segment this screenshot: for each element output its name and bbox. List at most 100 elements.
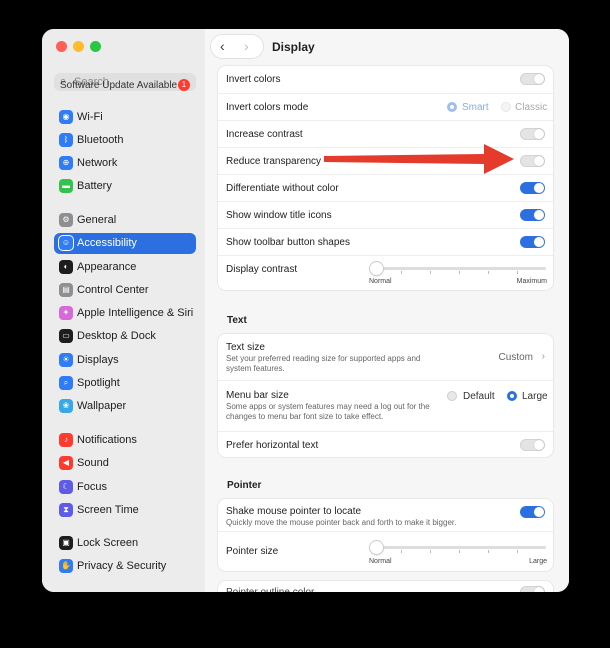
sidebar-item-general[interactable]: ⚙ General [54,210,196,231]
magnifier-icon: ⌕ [59,376,73,390]
sidebar-item-label: Focus [77,481,107,493]
text-size-row[interactable]: Text size Set your preferred reading siz… [218,334,553,380]
software-update-text[interactable]: Software Update Available [60,80,177,91]
contrast-max-label: Maximum [516,278,547,285]
slider-tick [430,271,431,274]
default-radio[interactable] [447,391,457,401]
forward-button[interactable]: › [244,38,249,54]
pointer-size-min-label: Normal [369,558,392,565]
contrast-min-label: Normal [369,278,392,285]
accessibility-icon: ☺ [59,236,73,250]
flower-icon: ❀ [59,399,73,413]
default-label: Default [463,391,495,402]
toolbar-shapes-row: Show toolbar button shapes [218,228,553,256]
sidebar-item-appearance[interactable]: ◐ Appearance [54,257,196,278]
pointer-size-knob[interactable] [370,541,383,554]
toolbar: ‹ › Display [205,29,569,67]
sidebar-item-control-center[interactable]: ▤ Control Center [54,280,196,301]
pointer-size-row: Pointer size Normal Large [218,531,553,572]
zoom-button[interactable] [90,41,101,52]
sun-icon: ☀ [59,353,73,367]
sidebar-item-label: Lock Screen [77,537,139,549]
sidebar-item-label: Control Center [77,284,149,296]
content-pane: ‹ › Display Invert colors Invert colors … [205,29,569,592]
smart-label: Smart [462,102,489,113]
text-size-label: Text size [226,342,265,353]
sidebar-item-accessibility[interactable]: ☺ Accessibility [54,233,196,254]
dock-icon: ▭ [59,329,73,343]
sidebar-item-focus[interactable]: ☾ Focus [54,477,196,498]
sidebar-item-label: Spotlight [77,377,120,389]
large-radio[interactable] [507,391,517,401]
classic-label: Classic [515,102,548,113]
sidebar-item-notifications[interactable]: ♪ Notifications [54,430,196,451]
display-settings-card: Invert colors Invert colors mode Smart C… [218,66,553,290]
slider-tick [488,271,489,274]
invert-colors-row: Invert colors [218,66,553,93]
reduce-transparency-toggle[interactable] [520,155,545,167]
sidebar-item-label: Notifications [77,434,137,446]
search-field[interactable]: ⌕ Search Software Update Available 1 [54,73,196,91]
sidebar-item-label: Displays [77,354,119,366]
sidebar-item-displays[interactable]: ☀ Displays [54,350,196,371]
sidebar-item-wifi[interactable]: ◉ Wi-Fi [54,107,196,128]
invert-colors-label: Invert colors [226,74,281,85]
differentiate-toggle[interactable] [520,182,545,194]
red-arrow-icon [324,144,514,174]
classic-radio[interactable] [501,102,511,112]
speaker-icon: ◀ [59,456,73,470]
window-title-icons-label: Show window title icons [226,210,332,221]
sidebar-item-label: Accessibility [77,237,137,249]
appearance-icon: ◐ [59,260,73,274]
minimize-button[interactable] [73,41,84,52]
sidebar-item-sound[interactable]: ◀ Sound [54,453,196,474]
back-button[interactable]: ‹ [220,38,225,54]
sidebar-item-label: General [77,214,117,226]
bluetooth-icon: ᛒ [59,133,73,147]
sidebar-item-label: Appearance [77,261,137,273]
pointer-size-max-label: Large [529,558,547,565]
smart-radio[interactable] [447,102,457,112]
sidebar-item-spotlight[interactable]: ⌕ Spotlight [54,373,196,394]
chevron-right-icon: › [541,351,545,362]
reduce-transparency-label: Reduce transparency [226,156,322,167]
slider-tick [517,271,518,274]
display-contrast-track[interactable] [374,267,546,270]
window-title-icons-toggle[interactable] [520,209,545,221]
sidebar-item-lock-screen[interactable]: ▣ Lock Screen [54,533,196,554]
sidebar-item-bluetooth[interactable]: ᛒ Bluetooth [54,130,196,151]
pointer-size-track[interactable] [374,546,546,549]
display-contrast-row: Display contrast Normal Maximum [218,255,553,291]
differentiate-row: Differentiate without color [218,174,553,202]
menu-bar-size-description: Some apps or system features may need a … [226,402,430,421]
sidebar-item-desktop-dock[interactable]: ▭ Desktop & Dock [54,326,196,347]
large-label: Large [522,391,548,402]
shake-pointer-row: Shake mouse pointer to locate Quickly mo… [218,499,553,531]
sidebar-item-wallpaper[interactable]: ❀ Wallpaper [54,396,196,417]
text-section-heading: Text [227,315,247,326]
display-contrast-knob[interactable] [370,262,383,275]
sidebar-item-label: Wi-Fi [77,111,103,123]
sidebar-item-label: Privacy & Security [77,560,167,572]
close-button[interactable] [56,41,67,52]
battery-icon: ▬ [59,179,73,193]
sidebar-item-privacy[interactable]: ✋ Privacy & Security [54,556,196,577]
toolbar-shapes-toggle[interactable] [520,236,545,248]
prefer-horizontal-toggle[interactable] [520,439,545,451]
page-title: Display [272,40,315,54]
slider-tick [459,271,460,274]
globe-icon: ⊕ [59,156,73,170]
sidebar-item-battery[interactable]: ▬ Battery [54,176,196,197]
shake-pointer-toggle[interactable] [520,506,545,518]
text-settings-card: Text size Set your preferred reading siz… [218,334,553,457]
invert-mode-row: Invert colors mode Smart Classic [218,93,553,121]
invert-colors-toggle[interactable] [520,73,545,85]
pointer-outline-swatch[interactable] [520,586,545,592]
sidebar-item-siri[interactable]: ✦ Apple Intelligence & Siri [54,303,196,324]
sidebar-item-screen-time[interactable]: ⧗ Screen Time [54,500,196,521]
increase-contrast-toggle[interactable] [520,128,545,140]
slider-tick [430,550,431,553]
sidebar-item-network[interactable]: ⊕ Network [54,153,196,174]
pointer-size-label: Pointer size [226,546,279,557]
menu-bar-size-label: Menu bar size [226,390,289,401]
